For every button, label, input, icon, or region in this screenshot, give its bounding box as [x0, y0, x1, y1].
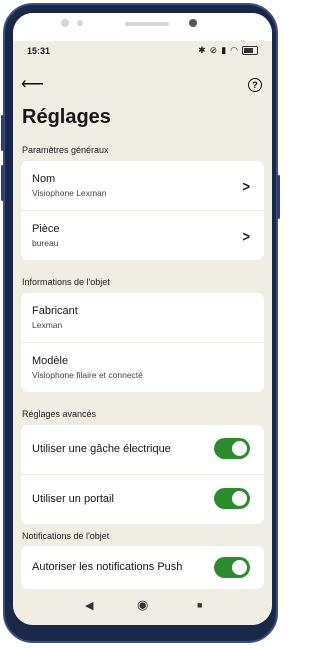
section-general-title: Paramètres généraux: [22, 145, 109, 155]
row-name[interactable]: Nom Visiophone Lexman >: [21, 161, 264, 211]
status-bar: 15:31 ✱ ⊘ ▮ ◠: [13, 41, 272, 63]
row-model: Modèle Visiophone filaire et connecté: [21, 343, 264, 392]
power-button: [277, 175, 280, 219]
screen: 15:31 ✱ ⊘ ▮ ◠ ⟵ ? Réglages Paramètres gé…: [13, 13, 272, 625]
card-advanced: Utiliser une gâche électrique Utiliser u…: [21, 425, 264, 524]
electric-strike-toggle[interactable]: [214, 438, 250, 459]
row-label: Pièce: [32, 223, 60, 235]
row-room[interactable]: Pièce bureau >: [21, 211, 264, 260]
row-manufacturer: Fabricant Lexman: [21, 293, 264, 343]
nav-recents-icon[interactable]: ■: [197, 600, 202, 610]
row-gate[interactable]: Utiliser un portail: [21, 475, 264, 524]
row-label: Utiliser une gâche électrique: [32, 443, 171, 455]
volume-button: [1, 165, 4, 201]
chevron-right-icon: >: [242, 178, 250, 195]
sensor-dot: [61, 19, 69, 27]
section-advanced-title: Réglages avancés: [22, 409, 97, 419]
help-circle-icon[interactable]: ?: [248, 78, 262, 92]
chevron-right-icon: >: [242, 228, 250, 245]
row-push-notifications[interactable]: Autoriser les notifications Push: [21, 546, 264, 589]
system-nav-bar: ◀ ◉ ■: [13, 591, 272, 625]
push-notifications-toggle[interactable]: [214, 557, 250, 578]
row-value: Lexman: [32, 320, 63, 330]
gate-toggle[interactable]: [214, 488, 250, 509]
status-time: 15:31: [27, 46, 51, 56]
signal-icon: ▮: [221, 45, 227, 55]
mute-icon: ⊘: [209, 45, 218, 55]
row-value: Visiophone Lexman: [32, 188, 107, 198]
status-icons: ✱ ⊘ ▮ ◠: [198, 45, 258, 56]
row-label: Autoriser les notifications Push: [32, 561, 183, 573]
toggle-knob: [232, 560, 247, 575]
top-bezel: [13, 13, 272, 41]
card-notifications: Autoriser les notifications Push: [21, 546, 264, 589]
card-general: Nom Visiophone Lexman > Pièce bureau >: [21, 161, 264, 260]
battery-icon: [242, 46, 258, 55]
volume-button: [1, 115, 4, 151]
nav-back-icon[interactable]: ◀: [85, 599, 93, 612]
phone-frame: 15:31 ✱ ⊘ ▮ ◠ ⟵ ? Réglages Paramètres gé…: [1, 3, 280, 643]
earpiece-speaker: [125, 22, 169, 26]
row-value: Visiophone filaire et connecté: [32, 370, 143, 380]
bluetooth-icon: ✱: [198, 45, 206, 55]
row-label: Fabricant: [32, 305, 78, 317]
row-electric-strike[interactable]: Utiliser une gâche électrique: [21, 425, 264, 475]
nav-home-icon[interactable]: ◉: [137, 597, 148, 613]
section-object-info-title: Informations de l'objet: [22, 277, 110, 287]
app-bar: ⟵ ?: [13, 68, 272, 102]
card-object-info: Fabricant Lexman Modèle Visiophone filai…: [21, 293, 264, 392]
arrow-left-icon[interactable]: ⟵: [21, 74, 44, 94]
toggle-knob: [232, 491, 247, 506]
row-label: Modèle: [32, 355, 69, 367]
toggle-knob: [232, 441, 247, 456]
row-value: bureau: [32, 238, 59, 248]
section-notifications-title: Notifications de l'objet: [22, 531, 110, 541]
sensor-dot: [77, 20, 83, 26]
wifi-icon: ◠: [230, 45, 238, 55]
page-title: Réglages: [22, 106, 111, 128]
row-label: Utiliser un portail: [32, 493, 114, 505]
front-camera-icon: [189, 19, 197, 27]
row-label: Nom: [32, 173, 56, 185]
